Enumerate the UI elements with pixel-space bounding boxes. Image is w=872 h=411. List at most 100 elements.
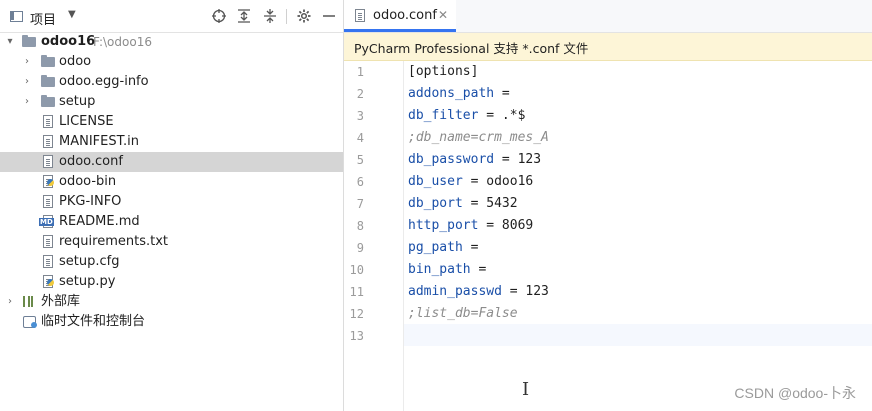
file-icon [41,112,55,132]
python-file-icon [41,272,55,292]
tree-item-label: odoo.egg-info [59,74,149,89]
file-icon [41,252,55,272]
tab-odoo-conf[interactable]: odoo.conf ✕ [344,0,456,32]
code-key: admin_passwd [408,284,502,299]
watermark: CSDN @odoo-卜永 [734,385,856,401]
code-line[interactable]: db_filter = .*$ [408,105,525,127]
code-key: pg_path [408,240,463,255]
chevron-right-icon[interactable]: › [21,92,33,112]
file-icon [41,152,55,172]
code-key: db_user [408,174,463,189]
tree-item-setup-cfg[interactable]: setup.cfg [0,252,343,272]
code-line[interactable]: db_port = 5432 [408,193,518,215]
tree-item-label: odoo.conf [59,154,123,169]
file-icon [41,132,55,152]
code-key: db_filter [408,108,479,123]
code-value: = odoo16 [462,174,534,189]
folder-icon [41,95,55,107]
code-key: db_password [408,152,495,167]
tree-item-setup-py[interactable]: setup.py [0,272,343,292]
code-line[interactable]: pg_path = [408,237,478,259]
code-line[interactable]: db_user = odoo16 [408,171,533,193]
line-number: 9 [356,241,364,255]
text-cursor-icon: I [522,379,530,400]
project-view-icon [10,11,23,22]
tree-item-label: setup.py [59,274,116,289]
code-comment: ;db_name=crm_mes_A [408,130,549,145]
tree-item-label: 临时文件和控制台 [41,314,146,329]
expand-all-icon[interactable] [236,8,252,24]
chevron-right-icon[interactable]: › [4,292,16,312]
tree-item-setup-folder[interactable]: › setup [0,92,343,112]
line-number: 7 [356,197,364,211]
code-line[interactable]: ;list_db=False [408,303,518,325]
code-line[interactable]: db_password = 123 [408,149,541,171]
line-number: 10 [349,263,364,277]
tree-item-path: F:\odoo16 [93,35,152,49]
tree-item-odoo-egg-info[interactable]: › odoo.egg-info [0,72,343,92]
editor-area: odoo.conf ✕ PyCharm Professional 支持 *.co… [344,0,872,411]
code-line[interactable]: bin_path = [408,259,486,281]
line-number: 1 [356,65,364,79]
line-number: 13 [349,329,364,343]
project-panel: 项目 ▼ ▾ odoo16 F:\odoo16 › odoo › odoo.eg… [0,0,343,411]
chevron-down-icon[interactable]: ▼ [68,9,76,20]
file-icon [41,192,55,212]
current-line-highlight [344,324,872,346]
code-value: = .*$ [478,108,526,123]
tree-item-readme[interactable]: MD README.md [0,212,343,232]
code-line[interactable]: http_port = 8069 [408,215,533,237]
tree-item-label: requirements.txt [59,234,169,249]
line-number: 12 [349,307,364,321]
close-icon[interactable]: ✕ [438,8,448,22]
tree-item-odoo[interactable]: › odoo [0,52,343,72]
code-value: = [470,262,487,277]
tree-item-label: 外部库 [41,294,81,309]
line-number-gutter: 1 2 3 4 5 6 7 8 9 10 11 12 13 [344,61,404,411]
tab-label: odoo.conf [373,8,437,23]
editor-tab-bar: odoo.conf ✕ [344,0,872,33]
code-value: = 123 [494,152,542,167]
file-icon [41,232,55,252]
tree-item-external-libraries[interactable]: › 外部库 [0,292,343,312]
code-line[interactable]: [options] [408,61,478,83]
locate-icon[interactable] [211,8,227,24]
code-key: http_port [408,218,479,233]
tree-item-label: odoo [59,54,92,69]
code-line[interactable]: ;db_name=crm_mes_A [408,127,549,149]
code-value: = 123 [501,284,549,299]
tree-item-label: setup [59,94,96,109]
line-number: 8 [356,219,364,233]
tree-item-requirements[interactable]: requirements.txt [0,232,343,252]
tree-item-label: LICENSE [59,114,114,129]
python-file-icon [41,172,55,192]
plugin-banner: PyCharm Professional 支持 *.conf 文件 [344,33,872,61]
tree-item-scratches[interactable]: 临时文件和控制台 [0,312,343,332]
project-panel-title[interactable]: 项目 [30,9,56,28]
chevron-right-icon[interactable]: › [21,72,33,92]
chevron-down-icon[interactable]: ▾ [4,32,16,52]
tree-item-pkg-info[interactable]: PKG-INFO [0,192,343,212]
tree-item-license[interactable]: LICENSE [0,112,343,132]
tree-item-label: PKG-INFO [59,194,122,209]
code-line[interactable]: addons_path = [408,83,510,105]
tree-root-odoo16[interactable]: ▾ odoo16 F:\odoo16 [0,32,343,52]
line-number: 4 [356,131,364,145]
toolbar-divider [286,9,287,24]
gear-icon[interactable] [296,8,312,24]
line-number: 6 [356,175,364,189]
tree-item-label: odoo-bin [59,174,117,189]
code-value: = [462,240,479,255]
chevron-right-icon[interactable]: › [21,52,33,72]
markdown-file-icon: MD [39,212,55,232]
tree-item-manifest[interactable]: MANIFEST.in [0,132,343,152]
line-number: 2 [356,87,364,101]
collapse-all-icon[interactable] [262,8,278,24]
code-key: [options] [408,64,479,79]
tree-item-odoo-conf[interactable]: odoo.conf [0,152,343,172]
tree-item-label: setup.cfg [59,254,120,269]
code-value: = 5432 [462,196,518,211]
minimize-icon[interactable] [321,8,337,24]
code-line[interactable]: admin_passwd = 123 [408,281,549,303]
tree-item-odoo-bin[interactable]: odoo-bin [0,172,343,192]
